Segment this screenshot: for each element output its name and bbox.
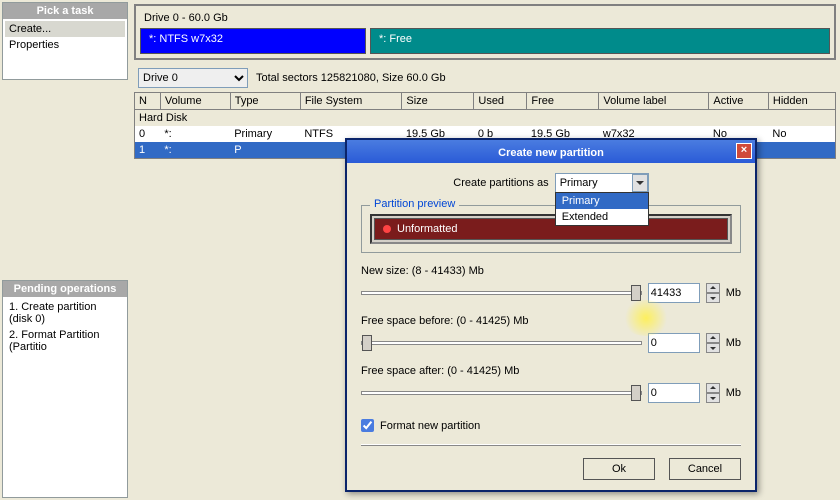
chevron-down-icon [636, 179, 644, 187]
task-create[interactable]: Create... [5, 21, 125, 37]
preview-legend: Partition preview [370, 198, 459, 210]
cancel-button[interactable]: Cancel [669, 458, 741, 480]
pending-item[interactable]: 1. Create partition (disk 0) [5, 299, 125, 327]
new-size-slider[interactable] [361, 291, 642, 295]
spin-down[interactable] [706, 343, 720, 353]
chevron-down-icon [710, 395, 716, 401]
sectors-text: Total sectors 125821080, Size 60.0 Gb [256, 72, 446, 84]
free-after-label: Free space after: (0 - 41425) Mb [361, 365, 741, 377]
partition-type-dropdown: Primary Extended [555, 192, 649, 226]
chevron-down-icon [710, 345, 716, 351]
slider-thumb[interactable] [631, 385, 641, 401]
new-size-input[interactable] [648, 283, 700, 303]
chevron-up-icon [710, 335, 716, 341]
slider-thumb[interactable] [631, 285, 641, 301]
spin-up[interactable] [706, 283, 720, 293]
chevron-up-icon [710, 385, 716, 391]
format-checkbox[interactable] [361, 419, 374, 432]
chevron-down-icon [710, 295, 716, 301]
th-size[interactable]: Size [402, 93, 474, 110]
preview-bar: Unformatted [374, 218, 728, 240]
close-button[interactable]: × [736, 143, 752, 159]
task-properties[interactable]: Properties [5, 37, 125, 53]
create-as-label: Create partitions as [453, 177, 548, 189]
dropdown-option-extended[interactable]: Extended [556, 209, 648, 225]
partition-strip-ntfs[interactable]: *: NTFS w7x32 [140, 28, 366, 54]
drive-title: Drive 0 - 60.0 Gb [140, 10, 830, 26]
spin-up[interactable] [706, 383, 720, 393]
spin-up[interactable] [706, 333, 720, 343]
th-active[interactable]: Active [709, 93, 769, 110]
ok-button[interactable]: Ok [583, 458, 655, 480]
pending-item[interactable]: 2. Format Partition (Partitio [5, 327, 125, 355]
th-volume[interactable]: Volume [160, 93, 230, 110]
combo-dropdown-button[interactable] [632, 174, 648, 192]
partition-preview-fieldset: Partition preview Unformatted [361, 205, 741, 253]
th-type[interactable]: Type [230, 93, 300, 110]
th-fs[interactable]: File System [300, 93, 402, 110]
unformatted-icon [383, 225, 391, 233]
th-free[interactable]: Free [527, 93, 599, 110]
pending-panel: Pending operations 1. Create partition (… [2, 280, 128, 498]
th-label[interactable]: Volume label [599, 93, 709, 110]
th-hidden[interactable]: Hidden [768, 93, 835, 110]
task-header: Pick a task [3, 3, 127, 19]
dropdown-option-primary[interactable]: Primary [556, 193, 648, 209]
free-before-input[interactable] [648, 333, 700, 353]
pending-header: Pending operations [3, 281, 127, 297]
partition-strip-free[interactable]: *: Free [370, 28, 830, 54]
th-used[interactable]: Used [474, 93, 527, 110]
drive-select[interactable]: Drive 0 [138, 68, 248, 88]
drive-bar: Drive 0 - 60.0 Gb *: NTFS w7x32 *: Free [134, 4, 836, 60]
new-size-label: New size: (8 - 41433) Mb [361, 265, 741, 277]
task-panel: Pick a task Create... Properties [2, 2, 128, 80]
slider-thumb[interactable] [362, 335, 372, 351]
divider [361, 444, 741, 446]
free-after-slider[interactable] [361, 391, 642, 395]
table-row-harddisk[interactable]: Hard Disk [135, 110, 836, 127]
create-partition-dialog: Create new partition × Create partitions… [345, 138, 757, 492]
spin-down[interactable] [706, 393, 720, 403]
format-label: Format new partition [380, 420, 480, 432]
close-icon: × [741, 144, 747, 156]
chevron-up-icon [710, 285, 716, 291]
spin-down[interactable] [706, 293, 720, 303]
free-before-slider[interactable] [361, 341, 642, 345]
th-n[interactable]: N [135, 93, 161, 110]
free-after-input[interactable] [648, 383, 700, 403]
free-before-label: Free space before: (0 - 41425) Mb [361, 315, 741, 327]
dialog-title: Create new partition × [347, 140, 755, 163]
